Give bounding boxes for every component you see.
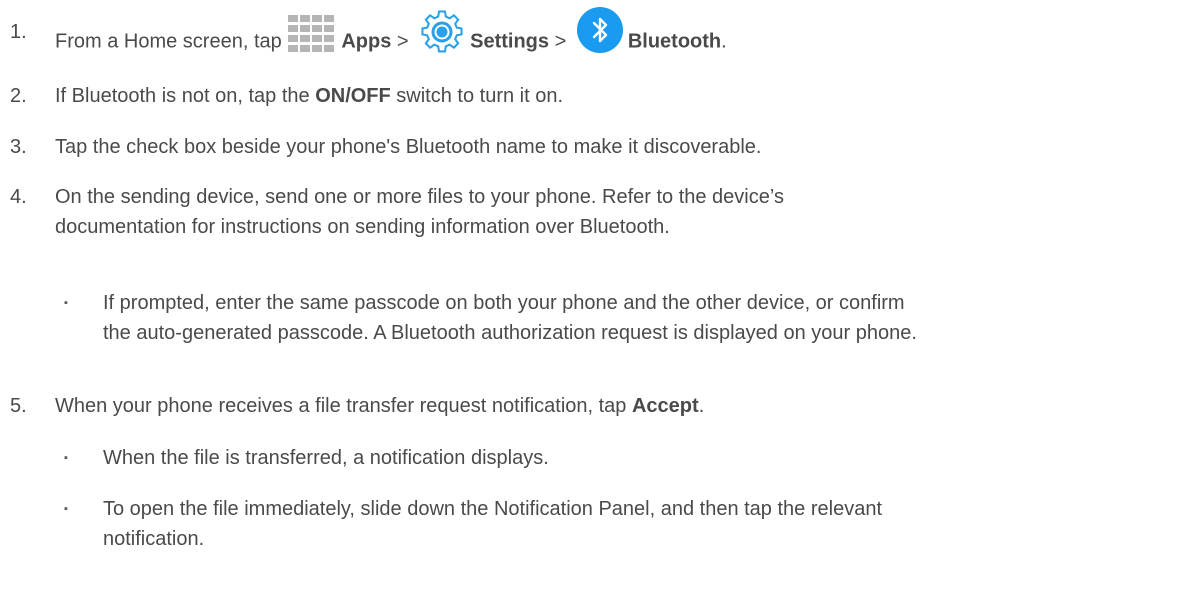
step-text-part: From a Home screen, tap [55,30,288,53]
step-text: Tap the check box beside your phone's Bl… [55,136,762,158]
bullet-text-line: If prompted, enter the same passcode on … [103,292,905,314]
accept-label: Accept [631,395,699,417]
on-off-label: ON/OFF [315,85,391,107]
bullet-marker: ▪ [64,297,68,309]
bluetooth-label: Bluetooth [627,30,722,53]
step-text: When your phone receives a file transfer… [55,392,1182,420]
step-text-part: switch to turn it on. [390,85,564,107]
bullet-text-line: notification. [103,528,205,550]
apps-grid-icon [287,15,337,53]
step-text-part: If Bluetooth is not on, tap the [55,85,316,107]
separator: > [391,30,415,53]
bullet-text-line: When the file is transferred, a notifica… [103,447,549,469]
step-text-line: On the sending device, send one or more … [55,186,784,208]
bullet-marker: ▪ [64,503,68,515]
apps-label: Apps [341,30,392,53]
step-number: 4. [10,186,27,208]
step-number: 3. [10,136,27,158]
settings-gear-icon [418,8,466,56]
bullet-marker: ▪ [64,452,68,464]
bullet-text-line: the auto-generated passcode. A Bluetooth… [103,322,917,344]
settings-label: Settings [470,30,550,53]
step-text-part: When your phone receives a file transfer… [55,395,632,417]
bullet-text-line: To open the file immediately, slide down… [103,498,882,520]
step-text-line: documentation for instructions on sendin… [55,216,670,238]
step-number: 1. [10,21,27,43]
step-text: If Bluetooth is not on, tap the ON/OFF s… [55,82,1182,110]
step-text: From a Home screen, tap Apps > Settings … [55,7,1182,66]
step-number: 2. [10,85,27,107]
step-text-end: . [698,395,705,417]
separator: > [549,30,572,53]
bluetooth-icon [576,6,624,54]
step-number: 5. [10,395,27,417]
step-text-end: . [721,30,727,53]
